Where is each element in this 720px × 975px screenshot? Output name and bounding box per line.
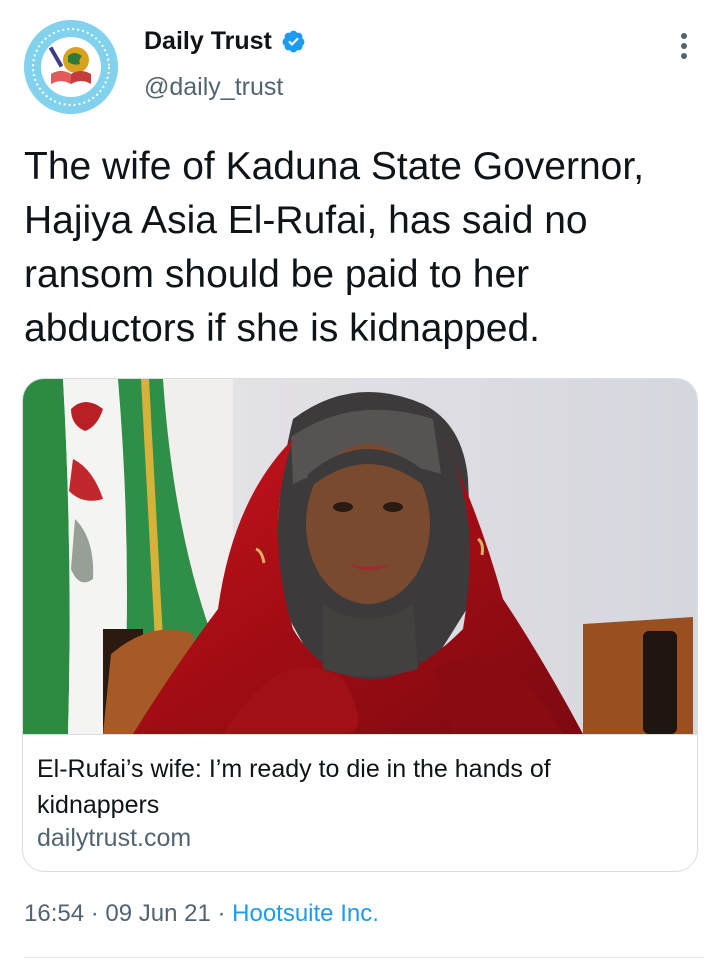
tweet-text: The wife of Kaduna State Governor, Hajiy… [24,145,645,350]
divider [24,957,704,958]
tweet-date[interactable]: 09 Jun 21 [105,900,210,927]
account-name-row[interactable]: Daily Trust [144,27,306,56]
card-domain[interactable]: dailytrust.com [37,824,191,853]
account-handle[interactable]: @daily_trust [144,73,283,102]
tweet-time[interactable]: 16:54 [24,900,84,927]
daily-trust-logo [24,20,118,114]
card-divider [23,734,697,735]
meta-separator: · [84,900,106,927]
link-card[interactable]: El-Rufai’s wife: I’m ready to die in the… [22,378,698,872]
account-name[interactable]: Daily Trust [144,27,272,56]
card-image[interactable] [23,379,697,734]
avatar[interactable] [24,20,118,114]
more-options-icon[interactable] [668,28,700,64]
tweet-metadata: 16:54 · 09 Jun 21 · Hootsuite Inc. [24,900,379,928]
woman-in-red-hijab-with-nigerian-flag [23,379,697,734]
card-title[interactable]: El-Rufai’s wife: I’m ready to die in the… [37,751,677,823]
tweet-source-link[interactable]: Hootsuite Inc. [232,900,379,927]
verified-badge-icon [282,30,305,53]
meta-separator: · [210,900,233,927]
